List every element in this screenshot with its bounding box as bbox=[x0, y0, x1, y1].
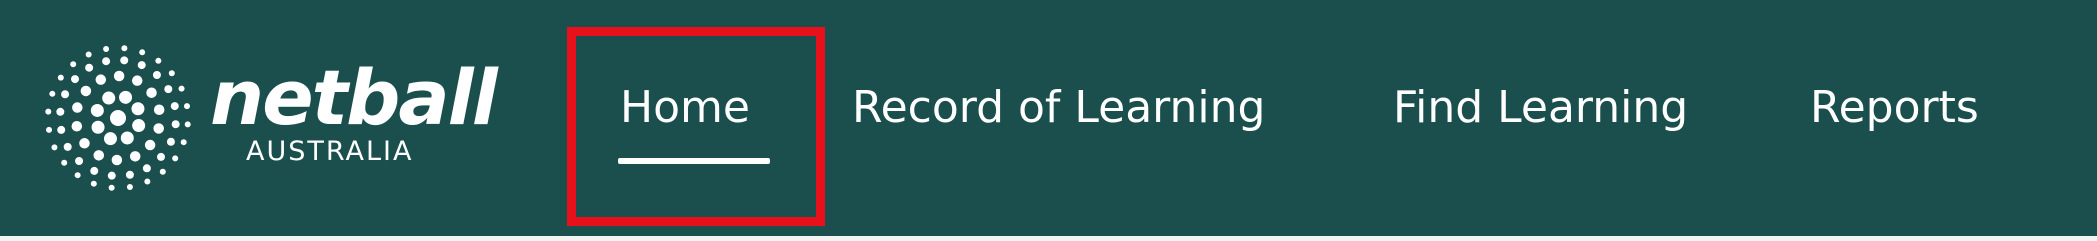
logo-dot bbox=[153, 104, 165, 115]
logo-dot bbox=[85, 51, 92, 58]
logo-subtitle: AUSTRALIA bbox=[246, 136, 414, 167]
top-navbar: netball AUSTRALIA Home Record of Learnin… bbox=[0, 0, 2097, 236]
logo-dot bbox=[137, 61, 146, 70]
logo-dot bbox=[51, 144, 58, 151]
logo-dot bbox=[110, 110, 126, 126]
logo-dot bbox=[102, 57, 111, 66]
logo-dot bbox=[85, 63, 94, 72]
logo-dot bbox=[171, 120, 180, 129]
logo-dot bbox=[168, 70, 175, 77]
logo-dot bbox=[146, 87, 157, 98]
logo-dot bbox=[125, 170, 134, 179]
logo-dot bbox=[111, 154, 123, 166]
logo-dot bbox=[108, 184, 115, 191]
logo-dot bbox=[45, 108, 52, 115]
logo-dot bbox=[91, 120, 105, 134]
logo-dot bbox=[120, 131, 134, 145]
logo-dot bbox=[90, 166, 99, 175]
logo-dot bbox=[144, 139, 156, 151]
logo-dot bbox=[103, 46, 110, 53]
logo-dot bbox=[79, 138, 90, 149]
logo-dot bbox=[113, 70, 125, 82]
logo-dot bbox=[152, 71, 161, 80]
logo-dot bbox=[183, 103, 190, 110]
logo-dot bbox=[144, 178, 151, 185]
logo-dot bbox=[164, 85, 173, 94]
logo-dot bbox=[166, 137, 175, 146]
logo-dot bbox=[46, 126, 53, 133]
logo-dot bbox=[90, 180, 97, 187]
logo-dot bbox=[71, 121, 83, 132]
logo-wordmark: netball bbox=[210, 53, 498, 142]
logo-dot bbox=[170, 102, 179, 111]
logo-dot bbox=[72, 102, 83, 113]
logo-dot bbox=[139, 49, 146, 56]
logo-dot bbox=[155, 57, 162, 64]
logo-dot bbox=[74, 172, 81, 179]
logo-dot bbox=[70, 61, 77, 68]
logo-dot bbox=[178, 85, 185, 92]
logo-dot bbox=[126, 183, 133, 190]
logo-dot bbox=[57, 125, 66, 134]
logo-dot bbox=[80, 85, 92, 97]
logo-dot bbox=[57, 74, 64, 81]
logo-dot bbox=[102, 91, 116, 105]
page-divider bbox=[0, 236, 2097, 241]
logo-dot bbox=[107, 171, 116, 180]
logo-dot bbox=[132, 119, 146, 133]
highlight-box bbox=[567, 27, 825, 226]
logo-dot bbox=[61, 159, 68, 166]
logo-dot bbox=[71, 75, 80, 84]
netball-starburst-icon bbox=[45, 45, 191, 191]
logo-dot bbox=[131, 102, 145, 116]
logo-dot bbox=[119, 90, 133, 104]
logo-dot bbox=[159, 168, 166, 175]
logo-dot bbox=[103, 132, 117, 146]
logo-dot bbox=[120, 56, 129, 65]
logo-dot bbox=[156, 152, 165, 161]
logo-dot bbox=[49, 90, 56, 97]
logo-dot bbox=[75, 156, 84, 165]
logo-dot bbox=[95, 74, 107, 85]
nav-item-find-learning[interactable]: Find Learning bbox=[1393, 86, 1688, 130]
logo-dot bbox=[56, 107, 65, 116]
logo-dot bbox=[93, 150, 105, 161]
logo-dot bbox=[142, 164, 151, 173]
logo-dot bbox=[172, 155, 179, 162]
nav-item-record-of-learning[interactable]: Record of Learning bbox=[852, 86, 1265, 130]
nav-item-reports[interactable]: Reports bbox=[1810, 86, 1979, 130]
logo-dot bbox=[153, 123, 164, 134]
logo-dot bbox=[90, 103, 104, 117]
logo-dot bbox=[129, 151, 141, 162]
logo-dot bbox=[180, 139, 187, 146]
logo-dot bbox=[121, 45, 128, 52]
logo-dot bbox=[63, 142, 72, 151]
logo-dot bbox=[184, 121, 191, 128]
netball-australia-logo[interactable]: netball AUSTRALIA bbox=[38, 38, 498, 198]
logo-dot bbox=[131, 75, 143, 86]
logo-dot bbox=[61, 90, 70, 99]
